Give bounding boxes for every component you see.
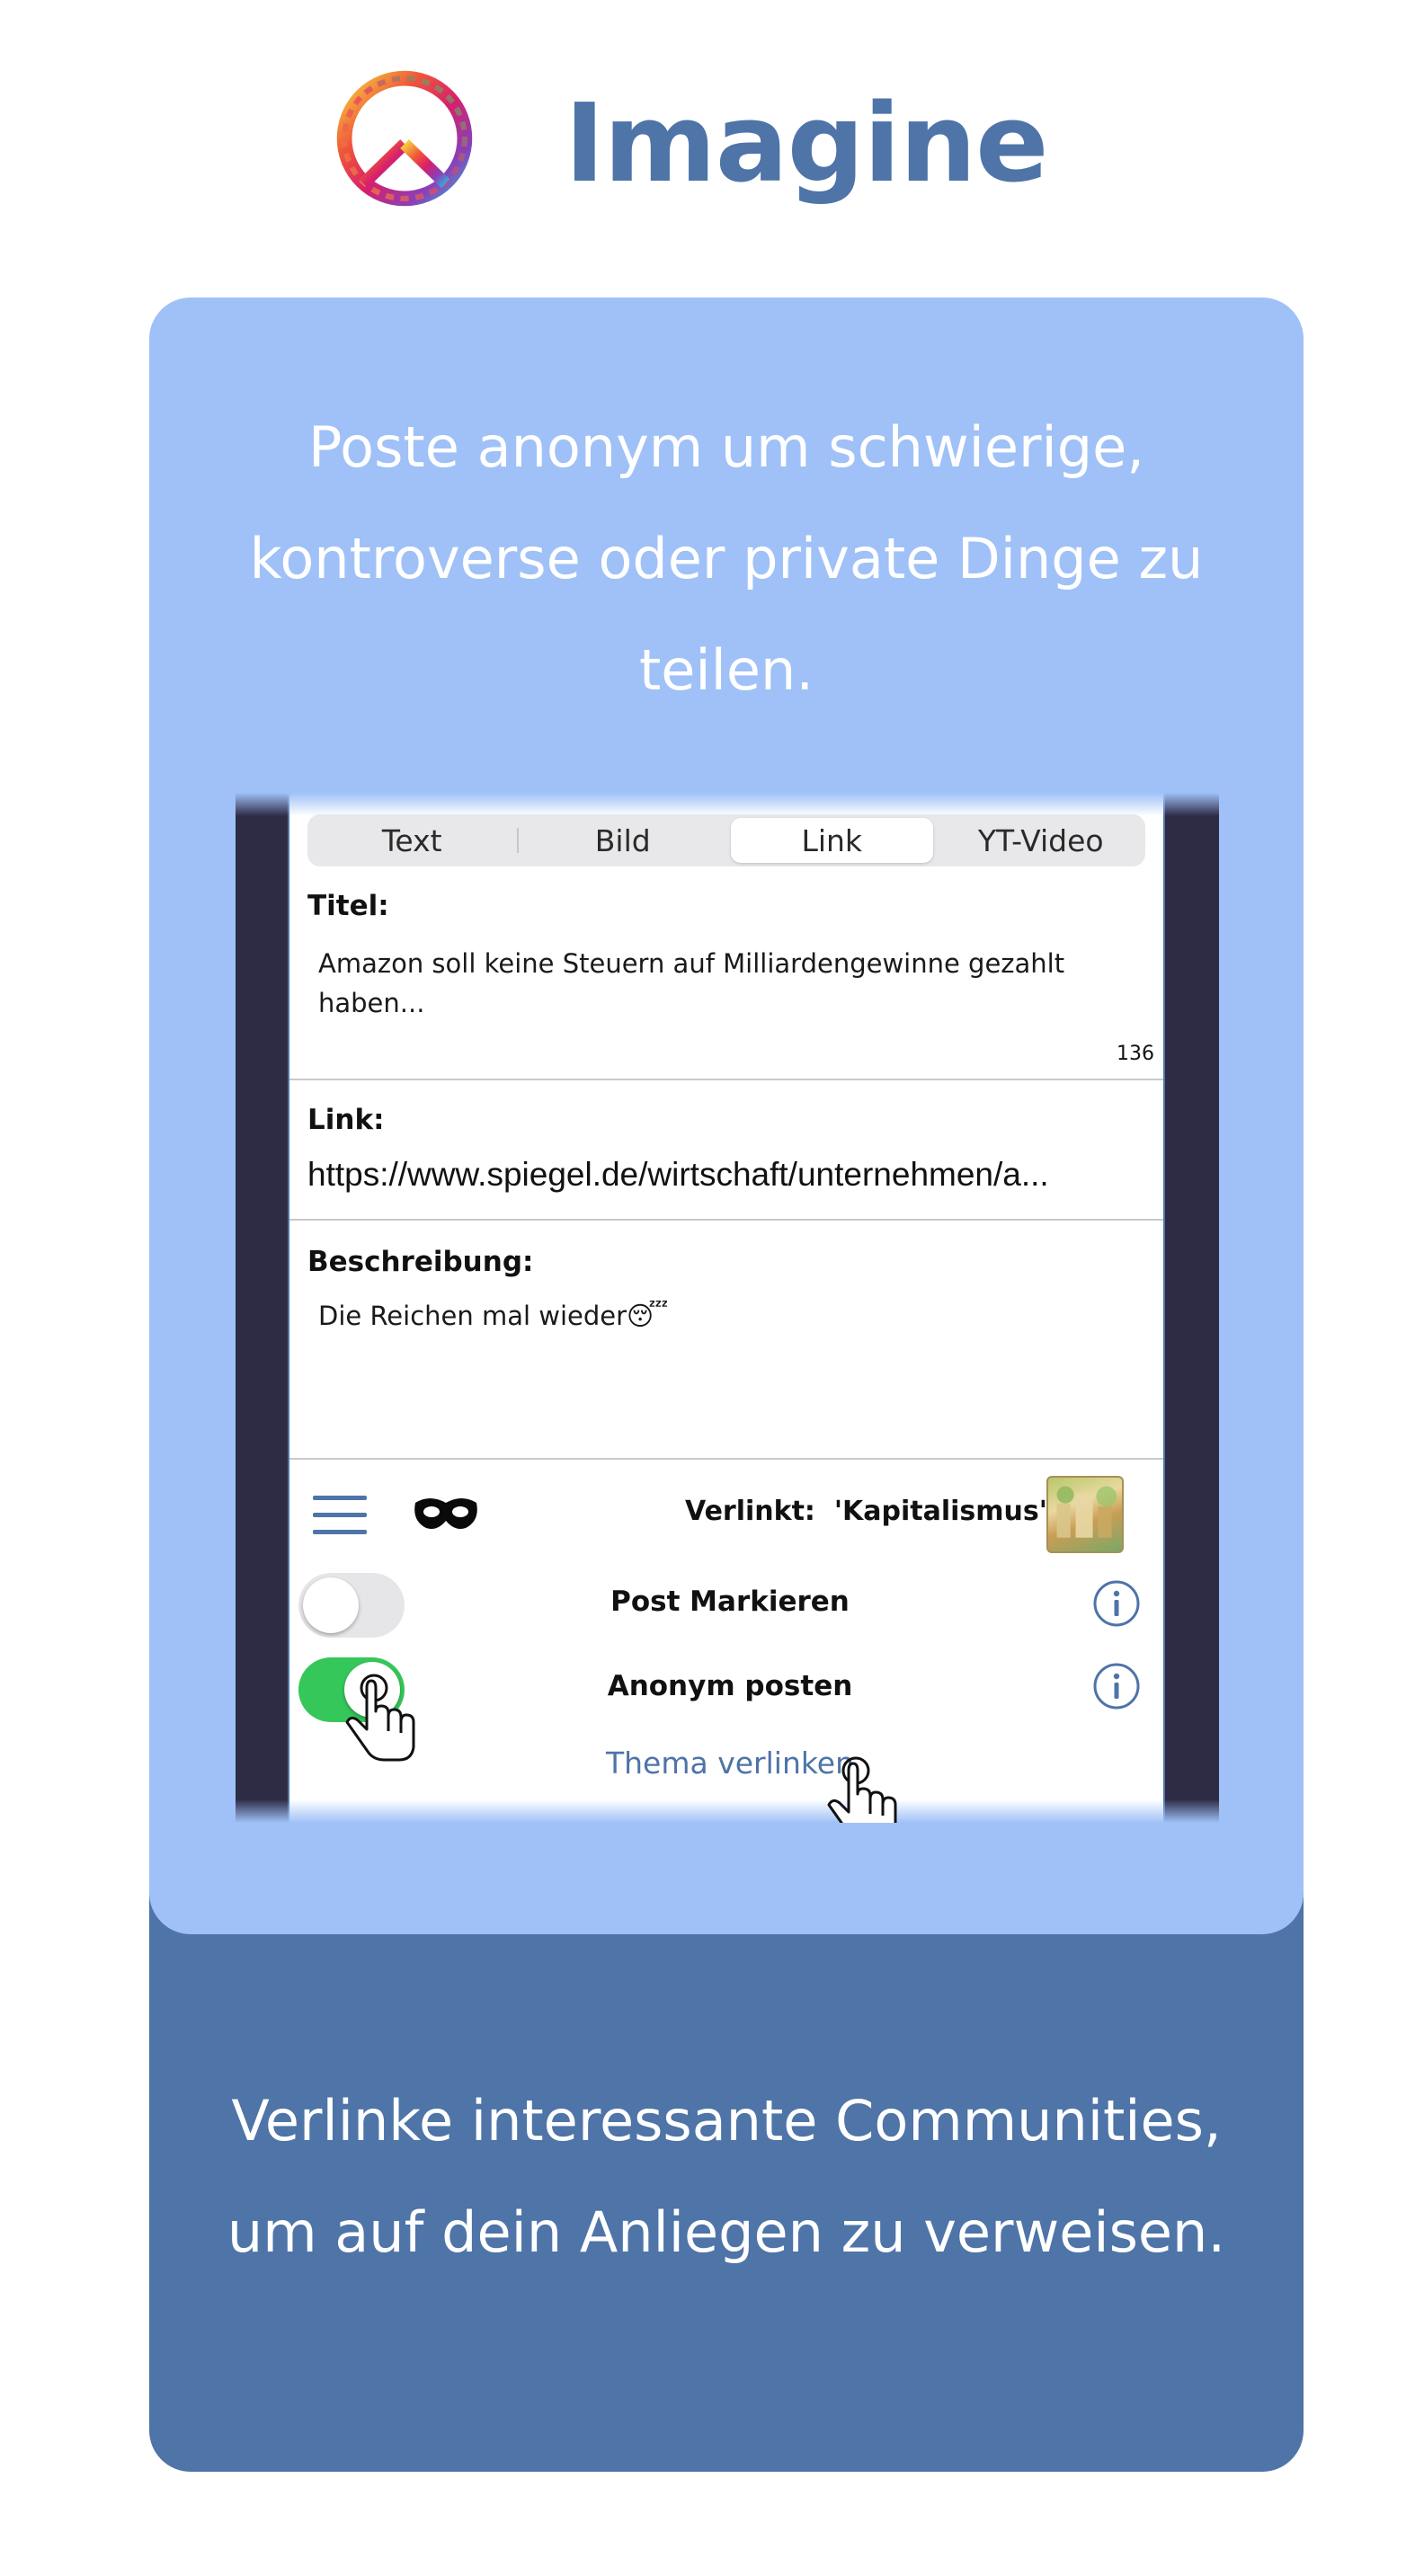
intro-line-1: Poste anonym um schwierige,	[308, 414, 1144, 480]
description-label: Beschreibung:	[307, 1246, 534, 1278]
info-icon[interactable]	[1091, 1661, 1142, 1711]
linked-topic-label: Verlinkt: 'Kapitalismus'	[685, 1496, 1047, 1527]
anonymous-mask-icon[interactable]	[412, 1490, 480, 1533]
tab-link[interactable]: Link	[731, 818, 933, 863]
link-label: Link:	[307, 1104, 385, 1136]
divider	[289, 1458, 1163, 1460]
linked-topic-thumbnail[interactable]	[1046, 1476, 1124, 1553]
info-icon[interactable]	[1091, 1578, 1142, 1629]
divider	[289, 1079, 1163, 1080]
title-value-line-1: Amazon soll keine Steuern auf Milliarden…	[318, 948, 1065, 979]
mark-post-toggle[interactable]	[298, 1573, 405, 1638]
post-type-segmented-control: Text Bild Link YT-Video	[307, 814, 1145, 866]
tab-yt-video[interactable]: YT-Video	[940, 818, 1143, 863]
app-title: Imagine	[565, 82, 1049, 207]
outro-text: Verlinke interessante Communities, um au…	[149, 2065, 1304, 2288]
mark-post-label: Post Markieren	[610, 1586, 850, 1618]
outro-line-1: Verlinke interessante Communities,	[231, 2088, 1222, 2154]
toggle-knob	[303, 1577, 359, 1633]
post-editor-screen: Text Bild Link YT-Video Titel: Amazon so…	[288, 793, 1165, 1823]
sleeping-face-emoji: 😴	[627, 1301, 669, 1331]
hand-pointer-icon	[345, 1674, 415, 1762]
description-value: Die Reichen mal wieder	[318, 1301, 627, 1331]
title-field[interactable]: Amazon soll keine Steuern auf Milliarden…	[289, 928, 1163, 1107]
title-label: Titel:	[307, 890, 389, 922]
description-input[interactable]: Die Reichen mal wieder😴	[318, 1296, 669, 1336]
tab-text[interactable]: Text	[311, 818, 513, 863]
title-value-line-2: haben...	[318, 988, 425, 1018]
hamburger-menu-icon[interactable]	[313, 1496, 367, 1535]
title-char-counter: 136	[1117, 1043, 1154, 1065]
peace-logo-icon	[336, 70, 473, 207]
intro-line-2: kontroverse oder private Dinge zu	[249, 526, 1204, 591]
intro-line-3: teilen.	[638, 637, 814, 703]
tab-bild[interactable]: Bild	[522, 818, 725, 863]
anonymous-post-label: Anonym posten	[607, 1670, 853, 1702]
link-input[interactable]: https://www.spiegel.de/wirtschaft/untern…	[307, 1156, 1152, 1194]
segment-divider	[516, 828, 519, 853]
divider	[289, 1219, 1163, 1221]
outro-line-2: um auf dein Anliegen zu verweisen.	[227, 2199, 1226, 2265]
intro-text: Poste anonym um schwierige, kontroverse …	[149, 392, 1304, 726]
app-screenshot: Text Bild Link YT-Video Titel: Amazon so…	[236, 793, 1219, 1823]
hand-pointer-icon	[827, 1756, 897, 1823]
